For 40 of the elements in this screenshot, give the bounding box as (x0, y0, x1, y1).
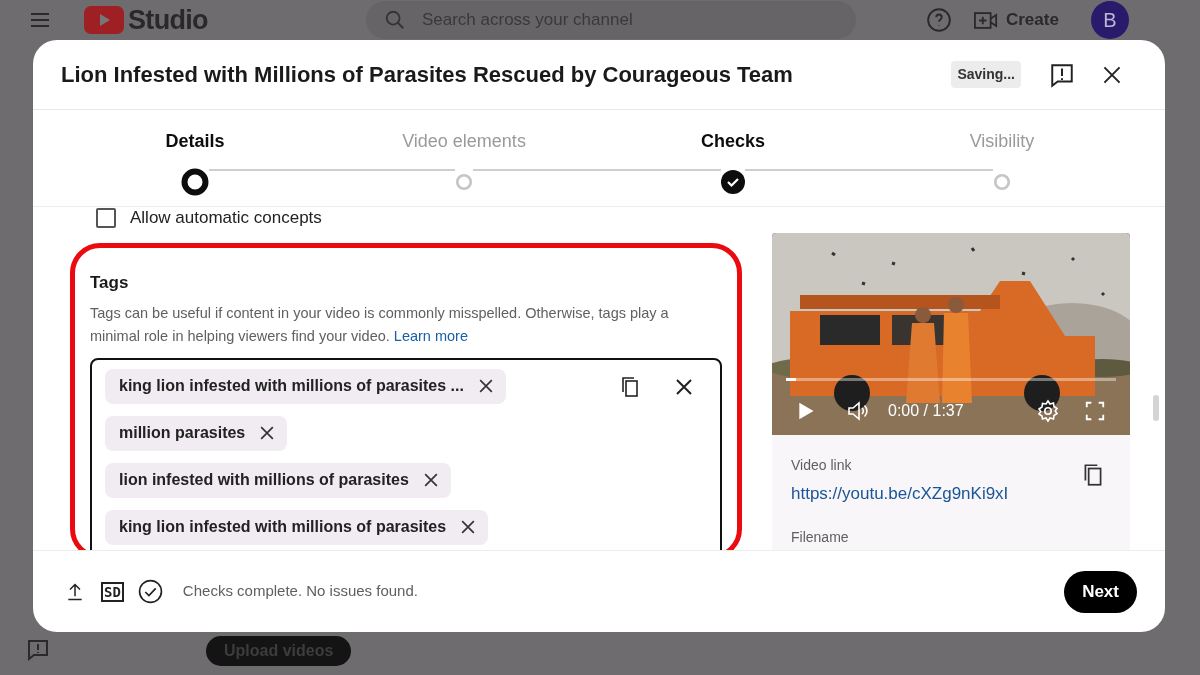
volume-icon[interactable] (846, 399, 870, 423)
search-icon (383, 9, 406, 31)
logo-text: Studio (128, 3, 208, 37)
info-label: Video link (791, 456, 853, 475)
tag-label: king lion infested with millions of parasites ... (119, 376, 464, 396)
step-tab[interactable]: Checks (700, 128, 765, 155)
saving-status: Saving... (951, 61, 1021, 88)
avatar[interactable]: B (1090, 1, 1129, 39)
check-circle-icon (137, 579, 163, 604)
tag-chip[interactable]: million parasites (105, 415, 288, 451)
tag-label: lion infested with millions of parasites (119, 470, 409, 490)
learn-more-link[interactable]: Learn more (393, 327, 468, 344)
tag-chip[interactable]: king lion infested with millions of parasites ... (105, 368, 506, 404)
tag-label: million parasites (119, 423, 246, 443)
tag-label: king lion infested with millions of parasites (119, 517, 447, 537)
quality-badge: SD (101, 581, 124, 602)
play-logo-icon (84, 6, 124, 34)
checkbox-label: Allow automatic concepts (130, 207, 322, 230)
info-label: Filename (791, 527, 850, 547)
video-link[interactable]: https://youtu.be/cXZg9nKi9xI (791, 481, 1009, 507)
camera-plus-icon (973, 10, 998, 30)
dialog-title: Lion Infested with Millions of Parasites Rescued by Courageous Team (61, 61, 793, 89)
tags-field[interactable]: king lion infested with millions of parasites ... million parasites lion infested with millions of parasites king lion infested with millions of parasites (90, 357, 722, 550)
checks-status: Checks complete. No issues found. (182, 581, 418, 602)
scrollbar-thumb[interactable] (1153, 395, 1159, 421)
help-icon[interactable] (925, 7, 952, 33)
tag-chip[interactable]: king lion infested with millions of parasites (105, 509, 489, 545)
settings-icon[interactable] (1036, 399, 1060, 423)
section-description: Tags can be useful if content in your video is commonly misspelled. Otherwise, tags play a minimal role in helping viewers find your video. Learn more (90, 303, 670, 346)
section-heading: Tags (90, 272, 130, 294)
next-button[interactable]: Next (1064, 570, 1137, 613)
video-time: 0:00 / 1:37 (888, 401, 964, 421)
progress-track[interactable] (786, 378, 1116, 381)
checkbox[interactable] (96, 208, 116, 228)
play-icon[interactable] (796, 400, 816, 422)
tag-chip[interactable]: lion infested with millions of parasites (105, 462, 451, 498)
fullscreen-icon[interactable] (1084, 400, 1106, 422)
step-tab[interactable]: Details (165, 128, 225, 155)
feedback-icon[interactable] (1049, 61, 1075, 88)
video-player[interactable]: 0:00 / 1:37 (772, 233, 1130, 435)
